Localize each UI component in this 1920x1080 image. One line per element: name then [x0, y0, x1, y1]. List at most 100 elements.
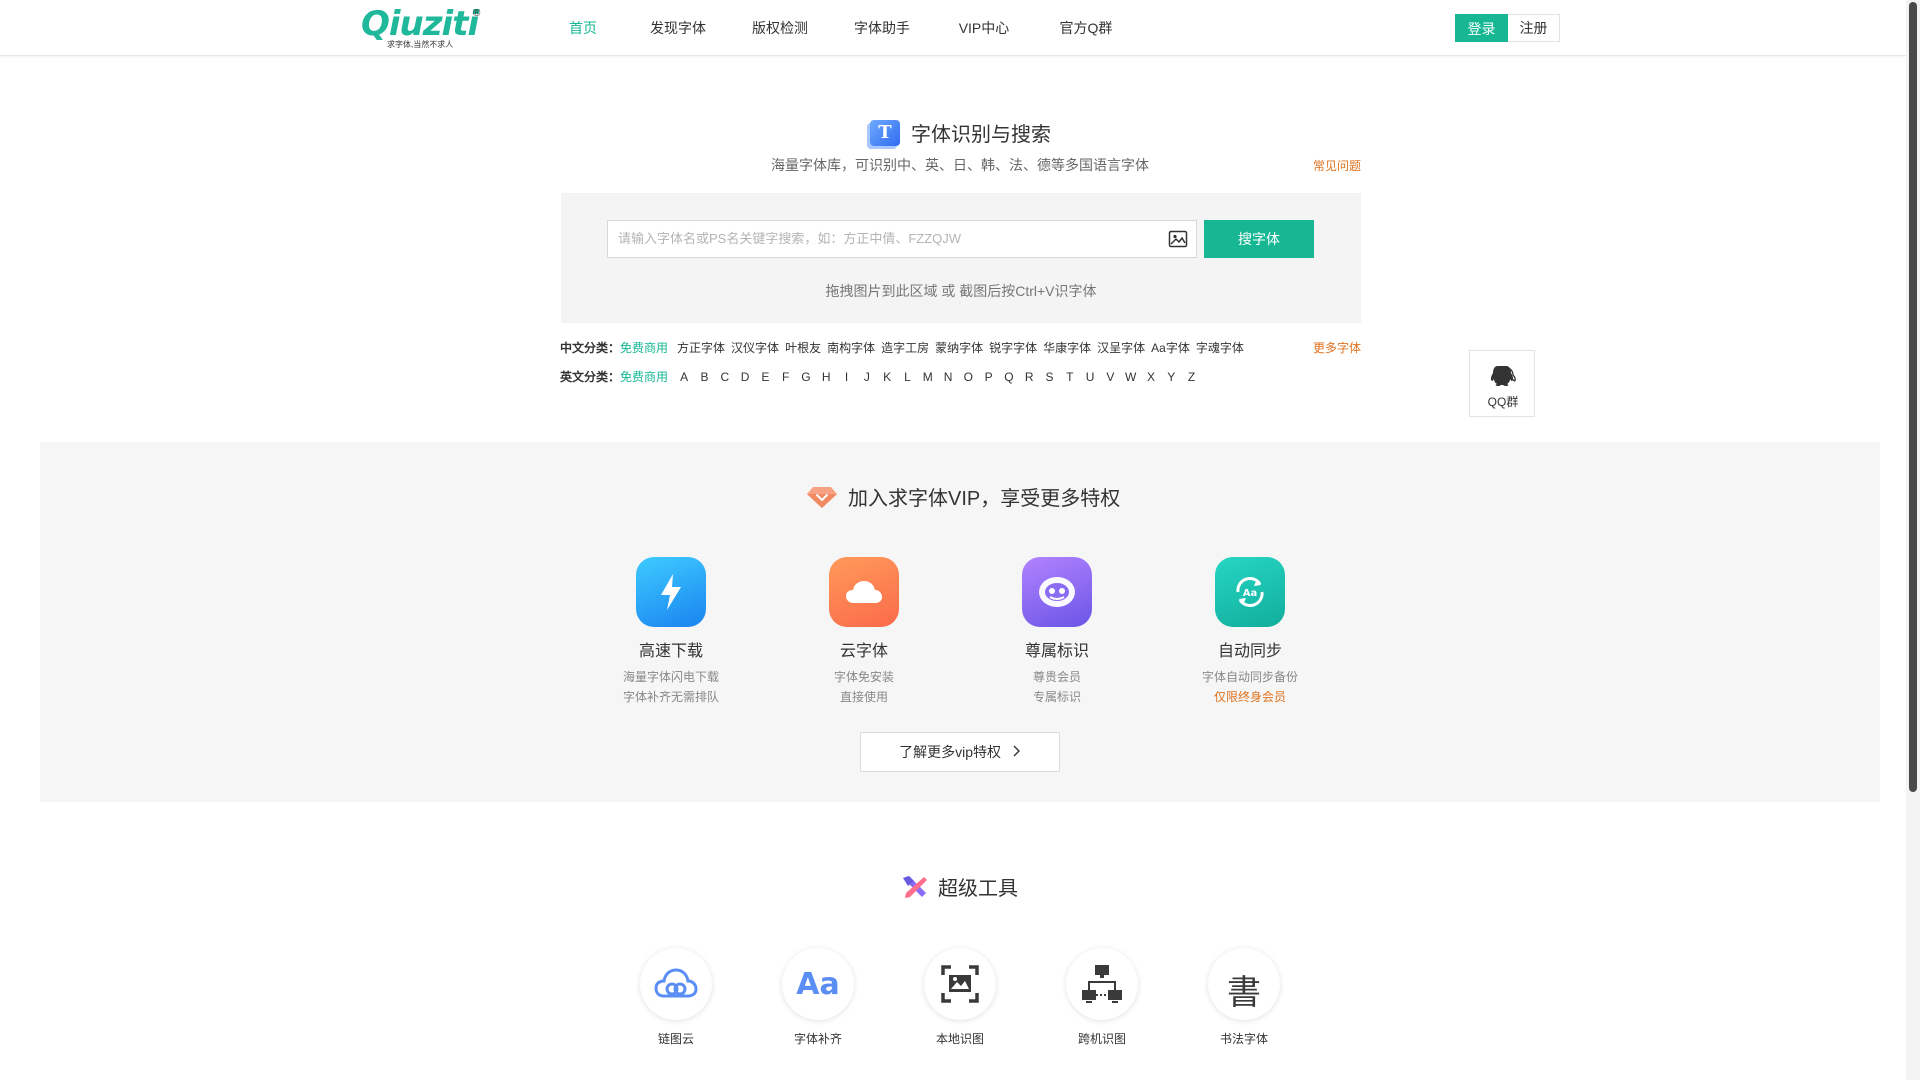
nav-official-qq-group[interactable]: 官方Q群: [1034, 0, 1138, 56]
qq-group-label: QQ群: [1487, 395, 1519, 409]
learn-more-vip-button[interactable]: 了解更多vip特权: [860, 732, 1060, 772]
letter-link[interactable]: T: [1060, 370, 1080, 384]
search-heading: T 字体识别与搜索: [870, 118, 1051, 147]
tools-heading: 超级工具: [900, 872, 1018, 901]
letter-link[interactable]: B: [694, 370, 714, 384]
letter-link[interactable]: L: [897, 370, 917, 384]
cn-category-label: 中文分类：: [560, 341, 621, 355]
en-free-commercial-link[interactable]: 免费商用: [620, 368, 668, 385]
vip-card-fast-download: 高速下载 海量字体闪电下载 字体补齐无需排队: [596, 557, 746, 707]
vip-card-desc-line: 专属标识: [1032, 690, 1081, 704]
letter-link[interactable]: U: [1080, 370, 1100, 384]
search-input[interactable]: 请输入字体名或PS名关键字搜索，如：方正中倩、FZZQJW: [607, 220, 1197, 258]
cn-category-item[interactable]: 蒙纳字体: [935, 339, 983, 356]
main-nav: 首页 发现字体 版权检测 字体助手 VIP中心 官方Q群: [540, 0, 1138, 56]
cn-category-item[interactable]: 叶根友: [785, 339, 821, 356]
letter-link[interactable]: X: [1141, 370, 1161, 384]
vip-card-desc: 尊贵会员 专属标识: [982, 667, 1132, 707]
page-scrollbar[interactable]: [1906, 0, 1920, 1080]
letter-link[interactable]: S: [1039, 370, 1059, 384]
tool-chain-cloud[interactable]: 链图云: [616, 948, 736, 1047]
cn-category-item[interactable]: 锐字字体: [989, 339, 1037, 356]
letter-link[interactable]: H: [816, 370, 836, 384]
tool-label: 链图云: [657, 1032, 694, 1046]
tool-font-completion[interactable]: Aa 字体补齐: [758, 948, 878, 1047]
letter-link[interactable]: M: [918, 370, 938, 384]
chinese-categories: 中文分类： 免费商用 方正字体 汉仪字体 叶根友 南构字体 造字工房 蒙纳字体 …: [560, 339, 1247, 356]
network-icon: [1066, 948, 1138, 1020]
tool-local-image-recognition[interactable]: 本地识图: [900, 948, 1020, 1047]
site-logo[interactable]: Qiuziti ® 求字体,当然不求人: [361, 4, 486, 50]
letter-link[interactable]: F: [776, 370, 796, 384]
register-button[interactable]: 注册: [1508, 14, 1560, 42]
cn-category-item[interactable]: 字魂字体: [1196, 339, 1244, 356]
cn-category-item[interactable]: 华康字体: [1043, 339, 1091, 356]
image-upload-icon[interactable]: [1168, 229, 1188, 249]
vip-card-name: 云字体: [839, 643, 888, 660]
letter-list: ABCDEFGHIJKLMNOPQRSTUVWXYZ: [674, 370, 1202, 384]
vip-card-exclusive-badge: 尊属标识 尊贵会员 专属标识: [982, 557, 1132, 707]
lightning-icon: [636, 557, 706, 627]
scrollbar-thumb[interactable]: [1909, 2, 1917, 792]
more-fonts-link[interactable]: 更多字体: [1313, 339, 1361, 356]
cn-category-item[interactable]: Aa字体: [1151, 339, 1190, 356]
search-drop-zone[interactable]: 请输入字体名或PS名关键字搜索，如：方正中倩、FZZQJW 搜字体 拖拽图片到此…: [561, 193, 1361, 323]
cn-category-item[interactable]: 汉仪字体: [731, 339, 779, 356]
letter-link[interactable]: Z: [1181, 370, 1201, 384]
letter-link[interactable]: V: [1100, 370, 1120, 384]
nav-discover-fonts[interactable]: 发现字体: [626, 0, 730, 56]
cn-category-item[interactable]: 造字工房: [881, 339, 929, 356]
login-button[interactable]: 登录: [1455, 14, 1508, 42]
nav-vip-center[interactable]: VIP中心: [934, 0, 1034, 56]
letter-link[interactable]: Y: [1161, 370, 1181, 384]
letter-link[interactable]: K: [877, 370, 897, 384]
faq-link[interactable]: 常见问题: [1313, 157, 1361, 174]
tool-label: 字体补齐: [793, 1032, 842, 1046]
tool-calligraphy-fonts[interactable]: 書 书法字体: [1184, 948, 1304, 1047]
letter-link[interactable]: G: [796, 370, 816, 384]
letter-link[interactable]: P: [978, 370, 998, 384]
letter-link[interactable]: Q: [999, 370, 1019, 384]
letter-link[interactable]: I: [836, 370, 856, 384]
badge-icon: [1022, 557, 1092, 627]
letter-link[interactable]: C: [715, 370, 735, 384]
vip-heading: 加入求字体VIP，享受更多特权: [806, 482, 1120, 511]
nav-home[interactable]: 首页: [540, 0, 626, 56]
learn-more-vip-label: 了解更多vip特权: [899, 744, 1001, 760]
english-categories: 英文分类： 免费商用 ABCDEFGHIJKLMNOPQRSTUVWXYZ: [560, 368, 1202, 385]
cn-free-commercial-link[interactable]: 免费商用: [620, 339, 668, 356]
logo-word: Qiuziti: [361, 4, 479, 44]
letter-link[interactable]: A: [674, 370, 694, 384]
tool-cross-device-recognition[interactable]: 跨机识图: [1042, 948, 1162, 1047]
vip-card-cloud-fonts: 云字体 字体免安装 直接使用: [789, 557, 939, 707]
vip-card-desc-line: 尊贵会员: [1032, 670, 1081, 684]
search-fonts-button[interactable]: 搜字体: [1204, 220, 1314, 258]
cn-category-item[interactable]: 汉呈字体: [1097, 339, 1145, 356]
nav-font-assistant[interactable]: 字体助手: [830, 0, 934, 56]
vip-card-desc-line: 海量字体闪电下载: [622, 670, 719, 684]
font-t-icon: T: [870, 119, 900, 146]
nav-copyright-check[interactable]: 版权检测: [730, 0, 830, 56]
search-placeholder: 请输入字体名或PS名关键字搜索，如：方正中倩、FZZQJW: [618, 231, 962, 246]
letter-link[interactable]: R: [1019, 370, 1039, 384]
chain-cloud-icon: [640, 948, 712, 1020]
vip-card-desc-line: 字体免安装: [833, 670, 894, 684]
lifetime-member-only-note: 仅限终身会员: [1213, 690, 1286, 704]
vip-card-auto-sync: Aa 自动同步 字体自动同步备份 仅限终身会员: [1175, 557, 1325, 707]
cn-category-item[interactable]: 南构字体: [827, 339, 875, 356]
letter-link[interactable]: D: [735, 370, 755, 384]
search-subtitle: 海量字体库，可识别中、英、日、韩、法、德等多国语言字体: [771, 157, 1149, 173]
qq-group-float-button[interactable]: QQ群: [1469, 350, 1535, 417]
letter-link[interactable]: O: [958, 370, 978, 384]
letter-link[interactable]: N: [938, 370, 958, 384]
letter-link[interactable]: E: [755, 370, 775, 384]
logo-registered-mark: ®: [473, 8, 481, 19]
tool-label: 跨机识图: [1077, 1032, 1126, 1046]
en-category-label: 英文分类：: [560, 370, 621, 384]
letter-link[interactable]: J: [857, 370, 877, 384]
vip-card-name: 自动同步: [1217, 643, 1282, 660]
vip-card-desc: 海量字体闪电下载 字体补齐无需排队: [596, 667, 746, 707]
cn-category-item[interactable]: 方正字体: [677, 339, 725, 356]
letter-link[interactable]: W: [1121, 370, 1141, 384]
local-image-icon: [924, 948, 996, 1020]
